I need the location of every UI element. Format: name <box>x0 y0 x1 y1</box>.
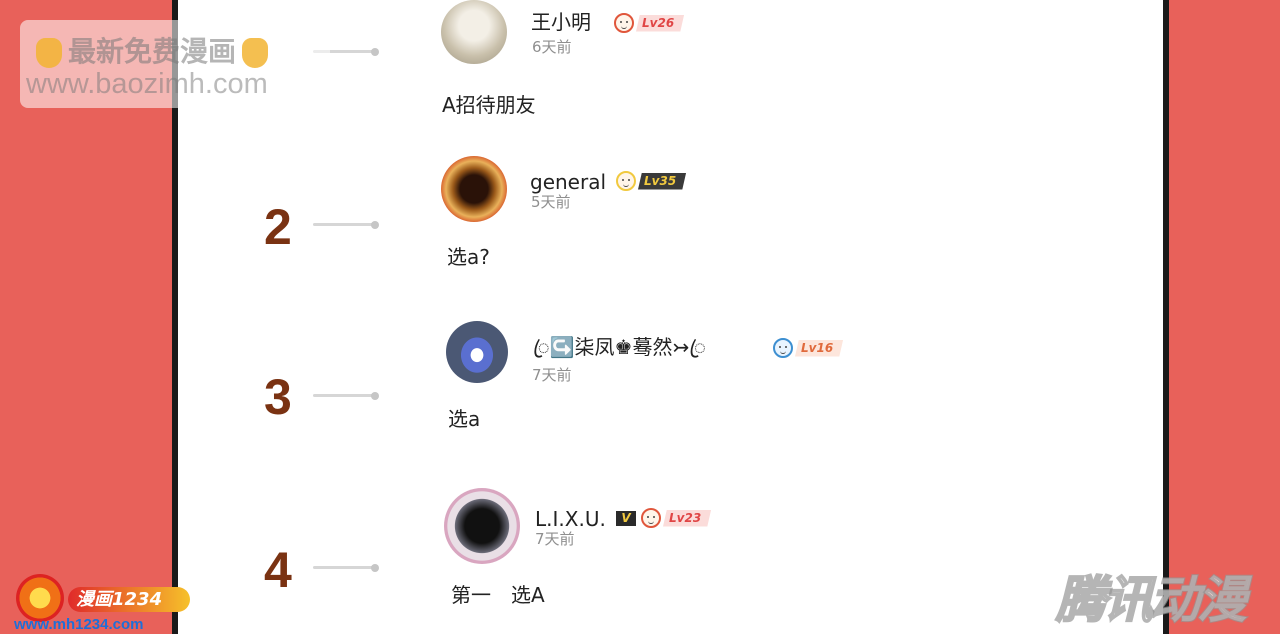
pointing-hand-icon <box>242 38 269 68</box>
avatar[interactable] <box>441 0 507 64</box>
comment-time: 5天前 <box>531 193 571 211</box>
watermark-line1: 最新免费漫画 <box>36 30 274 70</box>
level-badge: Lv35 <box>616 171 687 191</box>
avatar[interactable] <box>444 488 520 564</box>
face-icon <box>641 508 661 528</box>
site-logo-url: www.mh1234.com <box>14 616 144 633</box>
comment-text: 选a <box>448 407 481 431</box>
connector-line-4 <box>313 563 379 572</box>
rank-number-2: 2 <box>264 199 292 255</box>
site-logo-label: 漫画1234 <box>68 587 190 612</box>
username[interactable]: ꦿ↪️柒凤♚蓦然↣ꦿ <box>533 337 706 357</box>
face-icon <box>773 338 793 358</box>
level-label: Lv35 <box>638 172 687 190</box>
comment-text: A招待朋友 <box>442 93 536 117</box>
comment-time: 6天前 <box>532 38 572 56</box>
username[interactable]: 王小明 <box>531 12 591 32</box>
comment-text: 第一 选A <box>451 583 545 607</box>
level-badge: Lv23 <box>641 508 712 528</box>
rank-number-4: 4 <box>264 542 292 598</box>
connector-line-2 <box>313 220 379 229</box>
tencent-comic-logo: 腾讯动漫 <box>1055 570 1248 630</box>
level-label: Lv16 <box>795 339 844 357</box>
level-label: Lv23 <box>663 509 712 527</box>
rank-number-3: 3 <box>264 369 292 425</box>
level-badge: Lv16 <box>773 338 844 358</box>
level-label: Lv26 <box>636 14 685 32</box>
face-icon <box>614 13 634 33</box>
watermark-text: 最新免费漫画 <box>68 35 237 68</box>
comment-text: 选a? <box>447 245 490 269</box>
watermark-url: www.baozimh.com <box>26 68 268 100</box>
vip-badge: V <box>616 511 636 526</box>
username[interactable]: general <box>530 172 606 192</box>
crown-face-icon <box>616 171 636 191</box>
avatar[interactable] <box>441 156 507 222</box>
level-badge: Lv26 <box>614 13 685 33</box>
pointing-hand-icon <box>36 38 62 68</box>
username[interactable]: L.I.X.U. <box>535 509 606 529</box>
connector-line-3 <box>313 391 379 400</box>
comment-time: 7天前 <box>532 366 572 384</box>
avatar[interactable] <box>446 321 508 383</box>
site-logo-icon <box>16 574 64 622</box>
comment-time: 7天前 <box>535 530 575 548</box>
